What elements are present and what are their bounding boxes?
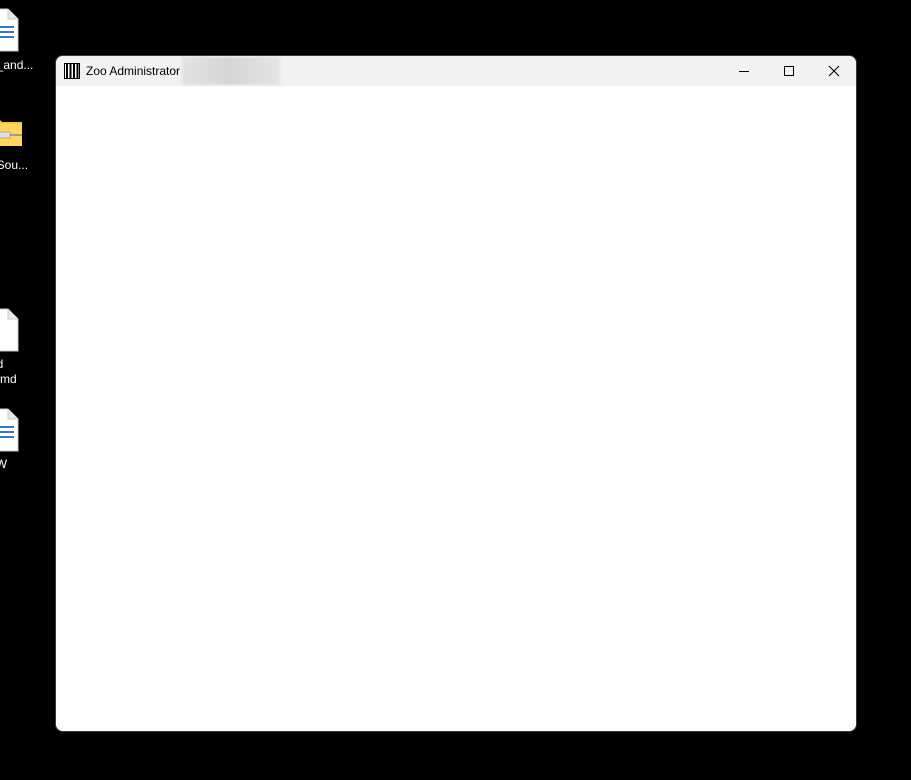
- minimize-icon: [738, 71, 749, 72]
- word-document-icon: [0, 8, 19, 52]
- zoo-administrator-window: Zoo Administrator: [56, 56, 856, 731]
- maximize-button[interactable]: [766, 56, 811, 86]
- caption-buttons: [721, 56, 856, 86]
- desktop: e_and... eSou... nd .qmd LW: [0, 0, 911, 780]
- desktop-icon-label: e_and...: [0, 58, 34, 72]
- desktop-icon-label: LW: [0, 457, 8, 471]
- close-icon: [828, 65, 839, 77]
- desktop-icon-label: eSou...: [0, 158, 29, 172]
- desktop-icon-label: nd .qmd: [0, 357, 17, 386]
- close-button[interactable]: [811, 56, 856, 86]
- window-titlebar[interactable]: Zoo Administrator: [56, 56, 856, 86]
- redacted-title-region: [182, 57, 281, 85]
- blank-file-icon: [0, 308, 19, 352]
- cage-bars-icon: [64, 63, 80, 79]
- word-document-icon: [0, 408, 19, 452]
- minimize-button[interactable]: [721, 56, 766, 86]
- zip-folder-icon: [0, 120, 22, 146]
- maximize-icon: [783, 66, 794, 76]
- window-title: Zoo Administrator: [86, 64, 181, 78]
- window-client-area[interactable]: [56, 86, 856, 731]
